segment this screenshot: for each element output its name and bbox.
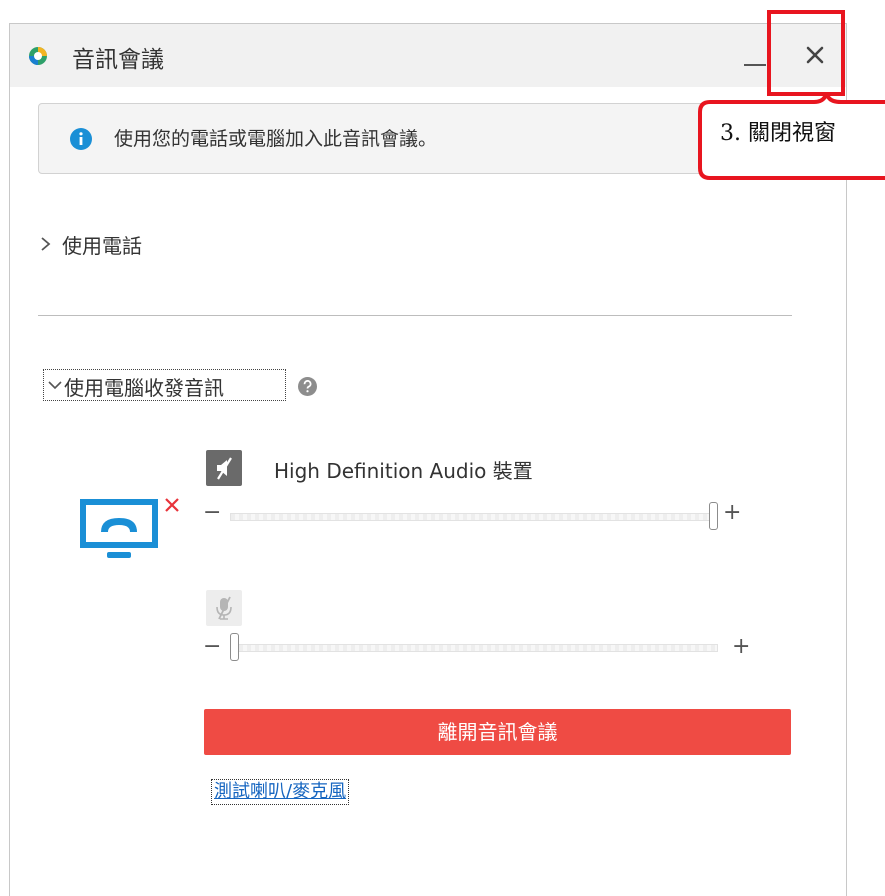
use-computer-audio-label: 使用電腦收發音訊 [64, 376, 224, 400]
info-banner: 使用您的電話或電腦加入此音訊會議。 [38, 103, 791, 174]
annotation-label: 3. 關閉視窗 [720, 121, 836, 146]
speaker-mute-button[interactable] [206, 450, 242, 486]
window-title: 音訊會議 [72, 47, 164, 73]
minimize-button[interactable] [742, 42, 768, 72]
speaker-volume-slider[interactable] [230, 513, 718, 521]
title-bar: 音訊會議 [10, 24, 846, 87]
speaker-volume-plus[interactable]: + [723, 502, 741, 524]
speaker-volume-thumb[interactable] [709, 502, 718, 530]
use-phone-label: 使用電話 [62, 234, 142, 258]
microphone-muted-icon [216, 596, 232, 620]
speaker-device-name: High Definition Audio 裝置 [274, 459, 533, 483]
app-logo-icon [29, 47, 47, 65]
monitor-phone-disconnected-icon [80, 498, 179, 558]
speaker-muted-icon [217, 457, 232, 480]
mic-volume-minus[interactable]: − [203, 636, 221, 658]
annotation-highlight-box [767, 10, 845, 96]
chevron-down-icon [48, 381, 62, 390]
chevron-right-icon [41, 237, 51, 251]
help-icon[interactable] [298, 377, 317, 396]
mic-volume-plus[interactable]: + [732, 636, 750, 658]
use-computer-audio-toggle[interactable]: 使用電腦收發音訊 [43, 369, 286, 401]
test-speaker-microphone-link[interactable]: 測試喇叭/麥克風 [211, 779, 350, 805]
speaker-volume-minus[interactable]: − [203, 502, 221, 524]
minimize-icon [744, 64, 766, 66]
mic-volume-slider[interactable] [230, 644, 718, 652]
mic-volume-thumb[interactable] [230, 633, 239, 661]
info-message: 使用您的電話或電腦加入此音訊會議。 [114, 128, 438, 150]
microphone-mute-button[interactable] [206, 590, 242, 626]
info-icon [70, 128, 92, 150]
leave-audio-conference-button[interactable]: 離開音訊會議 [204, 709, 791, 755]
section-divider [38, 315, 792, 316]
